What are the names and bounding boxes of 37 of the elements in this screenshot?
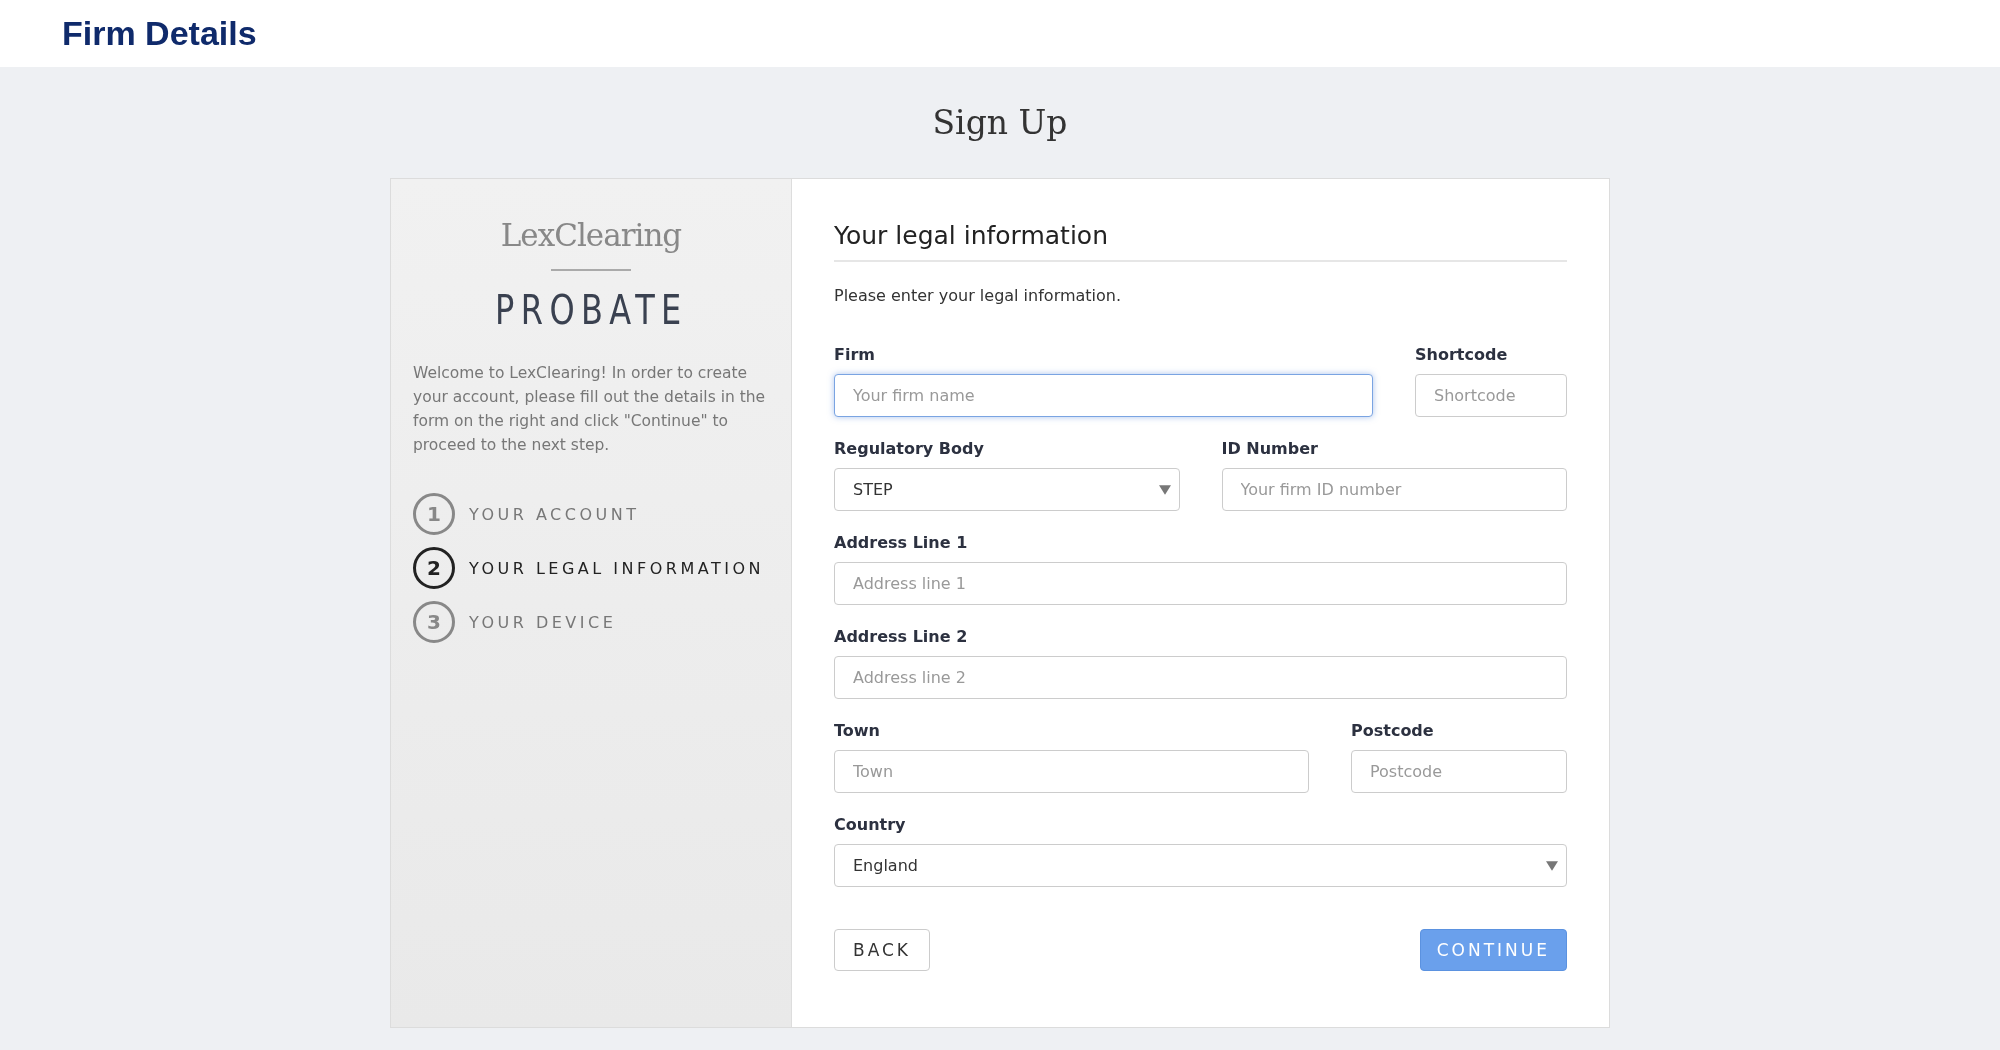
field-label: Town (834, 721, 880, 740)
input-field[interactable]: Your firm ID number (1221, 468, 1567, 511)
back-button[interactable]: BACK (834, 929, 930, 971)
step-item[interactable]: 2 YOUR LEGAL INFORMATION (413, 547, 764, 589)
field-label: Address Line 2 (834, 627, 968, 646)
input-field[interactable]: Address line 2 (834, 656, 1567, 699)
brand-name: LexClearing (500, 217, 682, 253)
step-number: 2 (413, 547, 455, 589)
caret-icon (1546, 860, 1558, 871)
page-header-title: Firm Details (62, 14, 257, 53)
step-number: 1 (413, 493, 455, 535)
intro-text: Welcome to LexClearing! In order to create your account, please fill out the details in the form on the right and click "Continue" to proceed to the next step. (413, 363, 767, 456)
step-label: YOUR LEGAL INFORMATION (469, 558, 764, 578)
field-label: Shortcode (1415, 345, 1508, 364)
form-heading: Your legal information (834, 221, 1567, 262)
dropdown-field[interactable]: England (834, 844, 1567, 887)
input-field[interactable]: Your firm name (834, 374, 1373, 417)
page-title: Sign Up (932, 103, 1068, 142)
product-name: PROBATE (494, 287, 688, 333)
field-label: Country (834, 815, 906, 834)
input-field[interactable]: Postcode (1351, 750, 1567, 793)
step-label: YOUR ACCOUNT (469, 504, 640, 524)
field-label: Postcode (1351, 721, 1434, 740)
field-label: Address Line 1 (834, 533, 968, 552)
input-field[interactable]: Address line 1 (834, 562, 1567, 605)
form-description: Please enter your legal information. (834, 286, 1123, 305)
input-field[interactable]: Shortcode (1415, 374, 1567, 417)
caret-icon (1158, 484, 1171, 495)
step-label: YOUR DEVICE (469, 612, 617, 632)
dropdown-field[interactable]: STEP (834, 468, 1180, 511)
step-number: 3 (413, 601, 455, 643)
input-field[interactable]: Town (834, 750, 1309, 793)
step-item[interactable]: 3 YOUR DEVICE (413, 601, 617, 643)
step-item[interactable]: 1 YOUR ACCOUNT (413, 493, 640, 535)
field-label: Regulatory Body (834, 439, 984, 458)
field-label: ID Number (1221, 439, 1318, 458)
field-label: Firm (834, 345, 875, 364)
